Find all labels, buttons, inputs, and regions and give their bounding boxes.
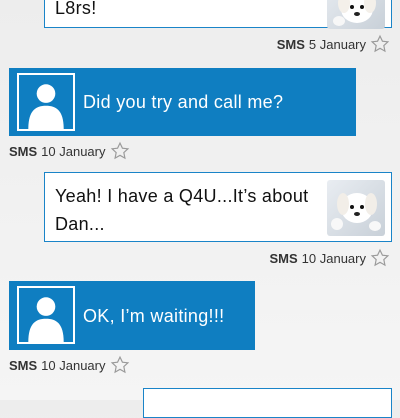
person-silhouette-icon bbox=[17, 73, 75, 131]
star-outline-icon[interactable] bbox=[110, 355, 130, 375]
message-bubble-outgoing-partial[interactable] bbox=[143, 388, 392, 418]
message-bubble-outgoing[interactable]: L8rs! bbox=[44, 0, 392, 29]
person-silhouette-icon bbox=[17, 286, 75, 344]
message-meta: SMS 10 January bbox=[9, 141, 130, 161]
star-outline-icon[interactable] bbox=[370, 248, 390, 268]
message-meta: SMS 10 January bbox=[9, 355, 130, 375]
puppy-avatar-icon bbox=[327, 0, 385, 29]
star-outline-icon[interactable] bbox=[370, 34, 390, 54]
star-outline-icon[interactable] bbox=[110, 141, 130, 161]
message-type: SMS bbox=[269, 250, 298, 266]
message-text-line-2: Dan... bbox=[55, 214, 105, 234]
message-type: SMS bbox=[9, 143, 38, 159]
message-bubble-incoming[interactable]: OK, I’m waiting!!! bbox=[9, 281, 255, 350]
message-date: 10 January bbox=[41, 143, 106, 159]
message-type: SMS bbox=[9, 357, 38, 373]
message-type: SMS bbox=[276, 36, 305, 52]
puppy-avatar-icon bbox=[327, 180, 385, 236]
message-text-line-1: Yeah! I have a Q4U...It’s about bbox=[55, 186, 309, 206]
message-meta: SMS 10 January bbox=[270, 248, 391, 268]
message-bubble-outgoing[interactable]: Yeah! I have a Q4U...It’s about Dan... bbox=[44, 172, 392, 242]
message-bubble-incoming[interactable]: Did you try and call me? bbox=[9, 68, 356, 136]
message-date: 10 January bbox=[301, 250, 366, 266]
message-text: L8rs! bbox=[55, 0, 97, 18]
message-text: Did you try and call me? bbox=[83, 92, 284, 112]
message-text: OK, I’m waiting!!! bbox=[83, 306, 225, 326]
message-meta: SMS 5 January bbox=[277, 34, 390, 54]
message-date: 10 January bbox=[41, 357, 106, 373]
message-date: 5 January bbox=[308, 36, 366, 52]
